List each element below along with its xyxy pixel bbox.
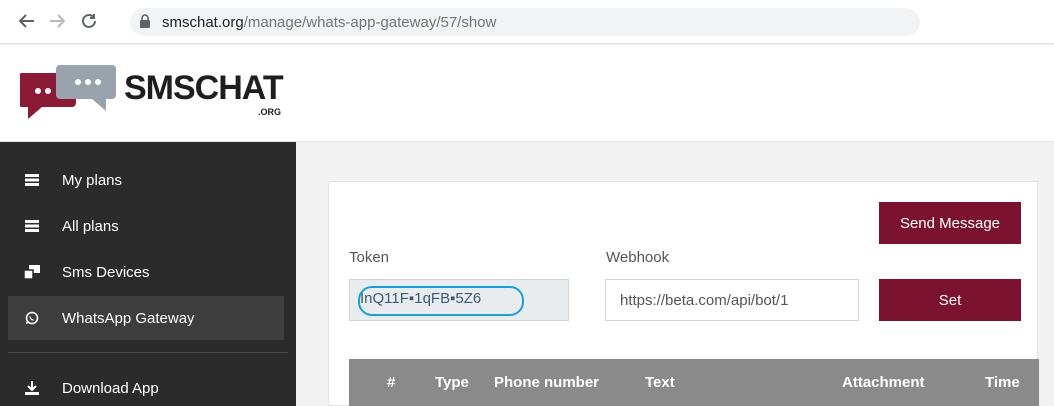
sidebar-item-label: Sms Devices: [62, 263, 150, 281]
column-header-phone[interactable]: Phone number: [494, 374, 599, 391]
column-header-text[interactable]: Text: [645, 374, 675, 391]
highlight-ring: [358, 286, 524, 316]
browser-toolbar: smschat.org/manage/whats-app-gateway/57/…: [0, 0, 1054, 44]
devices-icon: [22, 264, 42, 280]
logo-text: SMSCHAT: [124, 69, 284, 107]
url-path: /manage/whats-app-gateway/57/show: [243, 14, 497, 31]
list-icon: [22, 172, 42, 188]
chat-bubbles-icon: [20, 65, 116, 119]
sidebar-item-all-plans[interactable]: All plans: [8, 204, 284, 248]
lock-icon[interactable]: [140, 14, 150, 28]
sidebar-item-my-plans[interactable]: My plans: [8, 158, 284, 202]
set-button[interactable]: Set: [879, 279, 1021, 321]
sidebar-item-label: WhatsApp Gateway: [62, 309, 195, 327]
sidebar-item-whatsapp-gateway[interactable]: WhatsApp Gateway: [8, 296, 284, 340]
site-header: SMSCHAT .ORG: [0, 45, 1054, 142]
webhook-input[interactable]: [605, 279, 859, 321]
send-message-button[interactable]: Send Message: [879, 202, 1021, 244]
reload-icon[interactable]: [78, 10, 100, 32]
list-icon: [22, 218, 42, 234]
url-host: smschat.org: [162, 14, 244, 31]
messages-table-header: # Type Phone number Text Attachment Time: [349, 359, 1039, 406]
column-header-type[interactable]: Type: [435, 374, 469, 391]
webhook-label: Webhook: [606, 249, 670, 266]
whatsapp-icon: [22, 310, 42, 326]
back-arrow-icon[interactable]: [16, 10, 38, 32]
column-header-attachment[interactable]: Attachment: [842, 374, 925, 391]
column-header-number[interactable]: #: [387, 374, 395, 391]
logo[interactable]: SMSCHAT .ORG: [20, 63, 300, 123]
column-header-time[interactable]: Time: [985, 374, 1020, 391]
download-icon: [22, 380, 42, 396]
sidebar: My plans All plans Sms Devices WhatsApp …: [0, 142, 296, 406]
token-label: Token: [349, 249, 390, 266]
sidebar-item-label: My plans: [62, 171, 123, 189]
sidebar-item-label: Download App: [62, 379, 159, 397]
sidebar-item-download-app[interactable]: Download App: [8, 366, 284, 406]
forward-arrow-icon[interactable]: [46, 10, 68, 32]
sidebar-item-label: All plans: [62, 217, 119, 235]
gateway-card: Send Message Token Webhook InQ11F▪1qFB▪5…: [328, 181, 1039, 406]
url-text[interactable]: smschat.org/manage/whats-app-gateway/57/…: [162, 14, 496, 31]
logo-subtext: .ORG: [258, 107, 282, 117]
token-field[interactable]: InQ11F▪1qFB▪5Z6: [349, 279, 569, 321]
sidebar-item-sms-devices[interactable]: Sms Devices: [8, 250, 284, 294]
sidebar-divider: [8, 352, 288, 353]
